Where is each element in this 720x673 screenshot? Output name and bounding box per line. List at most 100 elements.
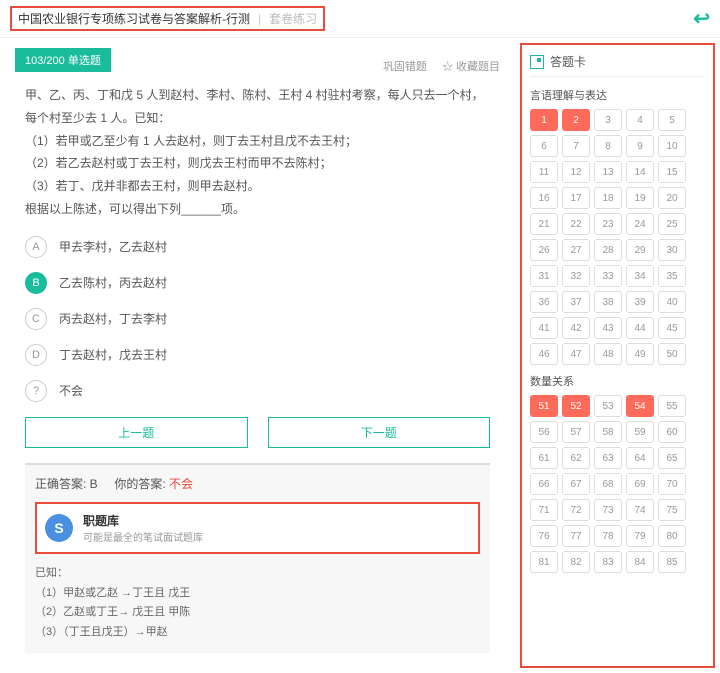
cell-15[interactable]: 15 bbox=[658, 161, 686, 183]
cell-73[interactable]: 73 bbox=[594, 499, 622, 521]
cell-26[interactable]: 26 bbox=[530, 239, 558, 261]
cell-61[interactable]: 61 bbox=[530, 447, 558, 469]
cell-27[interactable]: 27 bbox=[562, 239, 590, 261]
cell-18[interactable]: 18 bbox=[594, 187, 622, 209]
cell-12[interactable]: 12 bbox=[562, 161, 590, 183]
cell-6[interactable]: 6 bbox=[530, 135, 558, 157]
cell-13[interactable]: 13 bbox=[594, 161, 622, 183]
cell-38[interactable]: 38 bbox=[594, 291, 622, 313]
cell-8[interactable]: 8 bbox=[594, 135, 622, 157]
cell-5[interactable]: 5 bbox=[658, 109, 686, 131]
cell-71[interactable]: 71 bbox=[530, 499, 558, 521]
cell-41[interactable]: 41 bbox=[530, 317, 558, 339]
cell-79[interactable]: 79 bbox=[626, 525, 654, 547]
cell-4[interactable]: 4 bbox=[626, 109, 654, 131]
cell-64[interactable]: 64 bbox=[626, 447, 654, 469]
cell-51[interactable]: 51 bbox=[530, 395, 558, 417]
cell-21[interactable]: 21 bbox=[530, 213, 558, 235]
cell-74[interactable]: 74 bbox=[626, 499, 654, 521]
cell-45[interactable]: 45 bbox=[658, 317, 686, 339]
cell-53[interactable]: 53 bbox=[594, 395, 622, 417]
cell-85[interactable]: 85 bbox=[658, 551, 686, 573]
cell-55[interactable]: 55 bbox=[658, 395, 686, 417]
cell-14[interactable]: 14 bbox=[626, 161, 654, 183]
cell-54[interactable]: 54 bbox=[626, 395, 654, 417]
cell-70[interactable]: 70 bbox=[658, 473, 686, 495]
cell-68[interactable]: 68 bbox=[594, 473, 622, 495]
cell-59[interactable]: 59 bbox=[626, 421, 654, 443]
cell-22[interactable]: 22 bbox=[562, 213, 590, 235]
cell-24[interactable]: 24 bbox=[626, 213, 654, 235]
card-title: 答题卡 bbox=[550, 53, 586, 70]
cell-40[interactable]: 40 bbox=[658, 291, 686, 313]
cell-2[interactable]: 2 bbox=[562, 109, 590, 131]
cell-57[interactable]: 57 bbox=[562, 421, 590, 443]
cell-50[interactable]: 50 bbox=[658, 343, 686, 365]
cell-81[interactable]: 81 bbox=[530, 551, 558, 573]
prev-button[interactable]: 上一题 bbox=[25, 417, 248, 448]
cell-11[interactable]: 11 bbox=[530, 161, 558, 183]
cell-42[interactable]: 42 bbox=[562, 317, 590, 339]
option-?[interactable]: ?不会 bbox=[25, 380, 490, 402]
option-A[interactable]: A甲去李村，乙去赵村 bbox=[25, 236, 490, 258]
cell-69[interactable]: 69 bbox=[626, 473, 654, 495]
next-button[interactable]: 下一题 bbox=[268, 417, 491, 448]
cell-83[interactable]: 83 bbox=[594, 551, 622, 573]
cell-84[interactable]: 84 bbox=[626, 551, 654, 573]
cell-43[interactable]: 43 bbox=[594, 317, 622, 339]
cell-52[interactable]: 52 bbox=[562, 395, 590, 417]
cell-62[interactable]: 62 bbox=[562, 447, 590, 469]
cell-80[interactable]: 80 bbox=[658, 525, 686, 547]
cell-29[interactable]: 29 bbox=[626, 239, 654, 261]
option-B[interactable]: B乙去陈村，丙去赵村 bbox=[25, 272, 490, 294]
cell-82[interactable]: 82 bbox=[562, 551, 590, 573]
back-icon[interactable]: ↩ bbox=[693, 6, 710, 31]
cell-31[interactable]: 31 bbox=[530, 265, 558, 287]
cell-25[interactable]: 25 bbox=[658, 213, 686, 235]
cell-48[interactable]: 48 bbox=[594, 343, 622, 365]
cell-19[interactable]: 19 bbox=[626, 187, 654, 209]
cell-20[interactable]: 20 bbox=[658, 187, 686, 209]
cell-46[interactable]: 46 bbox=[530, 343, 558, 365]
cell-10[interactable]: 10 bbox=[658, 135, 686, 157]
cell-44[interactable]: 44 bbox=[626, 317, 654, 339]
cell-37[interactable]: 37 bbox=[562, 291, 590, 313]
cell-23[interactable]: 23 bbox=[594, 213, 622, 235]
page-subtitle: 套卷练习 bbox=[269, 10, 317, 27]
cell-66[interactable]: 66 bbox=[530, 473, 558, 495]
cell-33[interactable]: 33 bbox=[594, 265, 622, 287]
condition-3: （3）若丁、戊并非都去王村，则甲去赵村。 bbox=[25, 175, 490, 198]
cell-39[interactable]: 39 bbox=[626, 291, 654, 313]
cell-7[interactable]: 7 bbox=[562, 135, 590, 157]
option-C[interactable]: C丙去赵村，丁去李村 bbox=[25, 308, 490, 330]
section-1-title: 言语理解与表达 bbox=[530, 87, 705, 103]
cell-67[interactable]: 67 bbox=[562, 473, 590, 495]
cell-35[interactable]: 35 bbox=[658, 265, 686, 287]
cell-76[interactable]: 76 bbox=[530, 525, 558, 547]
cell-78[interactable]: 78 bbox=[594, 525, 622, 547]
cell-32[interactable]: 32 bbox=[562, 265, 590, 287]
cell-30[interactable]: 30 bbox=[658, 239, 686, 261]
cell-36[interactable]: 36 bbox=[530, 291, 558, 313]
cell-47[interactable]: 47 bbox=[562, 343, 590, 365]
consolidate-link[interactable]: 巩固错题 bbox=[383, 58, 427, 74]
cell-72[interactable]: 72 bbox=[562, 499, 590, 521]
cell-17[interactable]: 17 bbox=[562, 187, 590, 209]
cell-9[interactable]: 9 bbox=[626, 135, 654, 157]
cell-77[interactable]: 77 bbox=[562, 525, 590, 547]
cell-63[interactable]: 63 bbox=[594, 447, 622, 469]
cell-28[interactable]: 28 bbox=[594, 239, 622, 261]
favorite-link[interactable]: ☆ 收藏题目 bbox=[442, 58, 500, 74]
cell-34[interactable]: 34 bbox=[626, 265, 654, 287]
cell-3[interactable]: 3 bbox=[594, 109, 622, 131]
cell-65[interactable]: 65 bbox=[658, 447, 686, 469]
cell-75[interactable]: 75 bbox=[658, 499, 686, 521]
promo-box[interactable]: S 职题库 可能是最全的笔试面试题库 bbox=[35, 502, 480, 554]
cell-56[interactable]: 56 bbox=[530, 421, 558, 443]
cell-60[interactable]: 60 bbox=[658, 421, 686, 443]
cell-16[interactable]: 16 bbox=[530, 187, 558, 209]
cell-1[interactable]: 1 bbox=[530, 109, 558, 131]
option-D[interactable]: D丁去赵村，戊去王村 bbox=[25, 344, 490, 366]
cell-49[interactable]: 49 bbox=[626, 343, 654, 365]
cell-58[interactable]: 58 bbox=[594, 421, 622, 443]
